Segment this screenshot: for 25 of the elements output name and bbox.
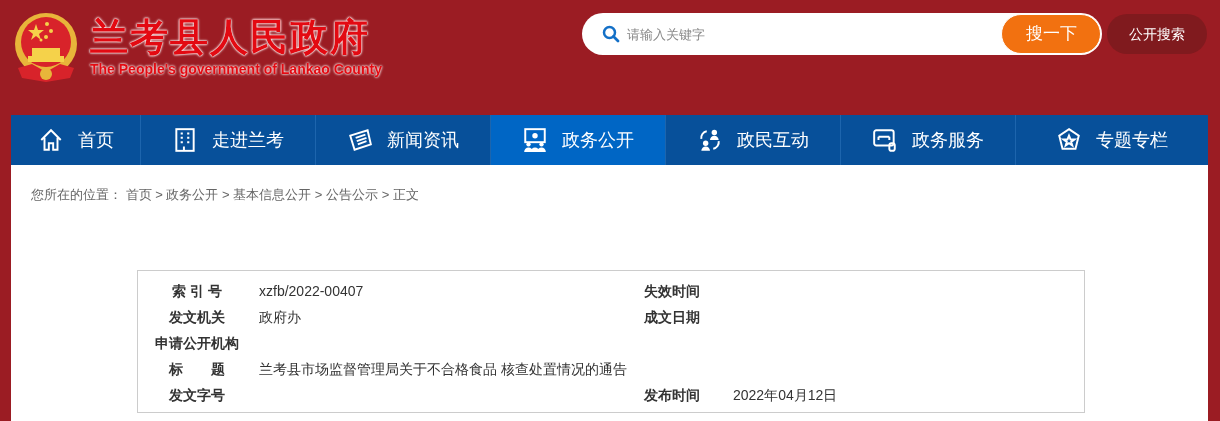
nav-tab[interactable]: 政务公开: [490, 115, 665, 165]
public-search-button[interactable]: 公开搜索: [1107, 14, 1207, 54]
field-label: 失效时间: [643, 281, 701, 301]
people-exchange-icon: [697, 127, 723, 153]
field-label: 索 引 号: [171, 281, 223, 301]
field-label: 标 题: [168, 359, 226, 379]
site-title: 兰考县人民政府: [90, 14, 371, 60]
field-label: 发布时间: [643, 385, 701, 405]
field-value: 兰考县市场监督管理局关于不合格食品 核查处置情况的通告: [259, 359, 628, 379]
site-subtitle: The People's government of Lankao County: [90, 60, 382, 78]
field-value: 2022年04月12日: [733, 385, 838, 405]
monitor-icon: [872, 127, 898, 153]
meeting-icon: [522, 127, 548, 153]
emblem-icon: [12, 12, 80, 84]
newspaper-icon: [347, 127, 373, 153]
search-icon: [602, 25, 620, 43]
field-value: 政府办: [259, 307, 302, 327]
field-value: xzfb/2022-00407: [259, 281, 365, 301]
building-icon: [172, 127, 198, 153]
breadcrumb: 您所在的位置： 首页 > 政务公开 > 基本信息公开 > 公告公示 > 正文: [30, 186, 420, 204]
field-label: 发文字号: [168, 385, 226, 405]
field-label: 成文日期: [643, 307, 701, 327]
star-badge-icon: [1056, 127, 1082, 153]
field-label: 发文机关: [168, 307, 226, 327]
field-label: 申请公开机构: [154, 333, 240, 353]
